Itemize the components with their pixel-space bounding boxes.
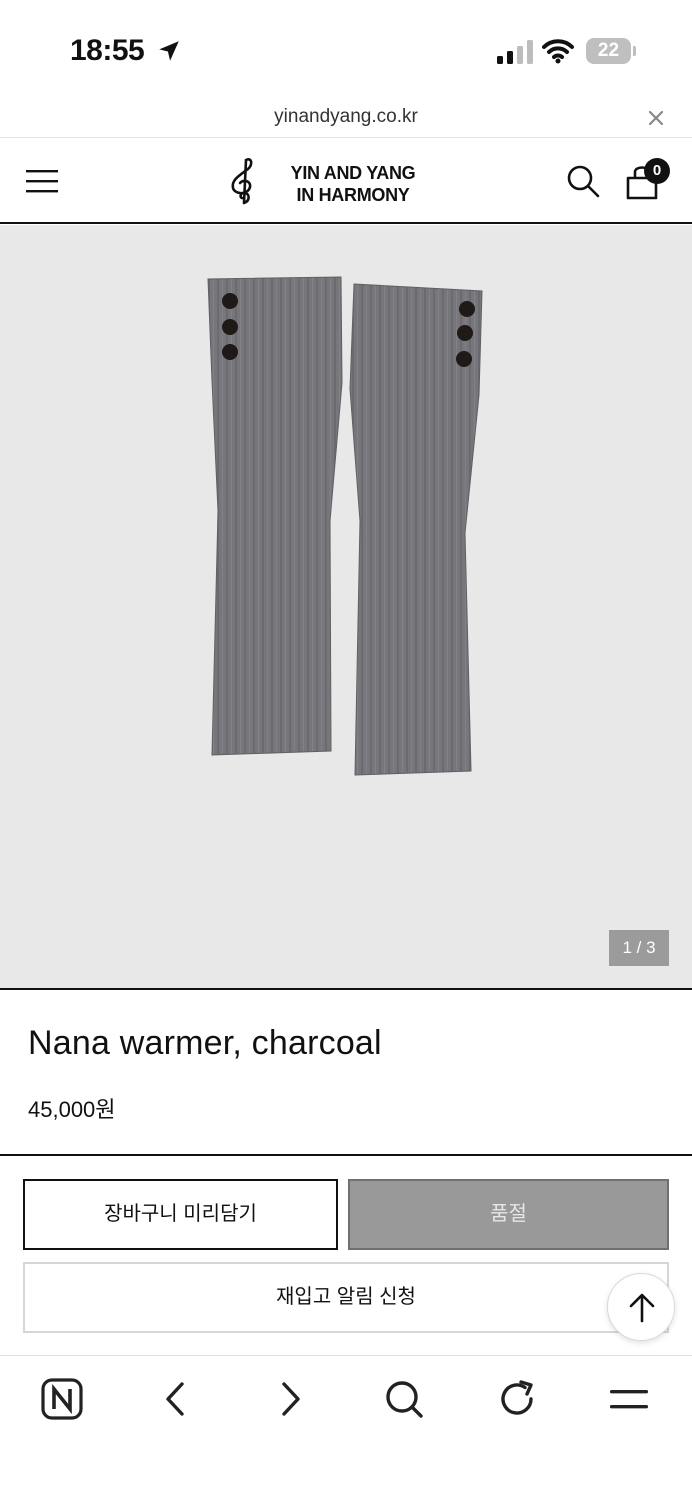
pre-cart-button[interactable]: 장바구니 미리담기 (23, 1179, 338, 1250)
button-icon (222, 344, 238, 360)
button-icon (222, 293, 238, 309)
status-time: 18:55 (70, 34, 145, 67)
forward-icon[interactable] (267, 1376, 313, 1422)
slide-counter: 1 / 3 (609, 930, 669, 966)
naver-home-icon[interactable] (39, 1376, 85, 1422)
button-icon (457, 325, 473, 341)
wifi-icon (542, 39, 574, 64)
hamburger-menu-icon[interactable] (26, 168, 58, 194)
divider (0, 1154, 692, 1156)
back-icon[interactable] (153, 1376, 199, 1422)
product-image-carousel[interactable]: 1 / 3 (0, 225, 692, 990)
product-photo (207, 276, 483, 776)
status-bar: 18:55 22 (0, 0, 692, 100)
arrow-up-icon (629, 1293, 655, 1323)
battery-level: 22 (597, 40, 620, 61)
logo-line-1: YIN AND YANG (290, 163, 416, 183)
browser-toolbar (0, 1355, 692, 1500)
scroll-to-top-button[interactable] (607, 1273, 675, 1341)
battery-icon: 22 (586, 38, 636, 64)
url-text[interactable]: yinandyang.co.kr (0, 106, 692, 128)
cart-count-badge[interactable]: 0 (644, 158, 670, 184)
location-arrow-icon (159, 41, 179, 61)
site-header: YIN AND YANG IN HARMONY 0 (0, 138, 692, 224)
site-logo[interactable]: YIN AND YANG IN HARMONY (272, 162, 434, 206)
product-title: Nana warmer, charcoal (28, 1024, 382, 1062)
search-icon[interactable] (566, 164, 600, 198)
sold-out-button[interactable]: 품절 (348, 1179, 669, 1250)
logo-line-2: IN HARMONY (296, 185, 410, 205)
button-icon (459, 301, 475, 317)
menu-icon[interactable] (606, 1376, 652, 1422)
treble-clef-logo-icon[interactable] (224, 156, 260, 206)
browser-url-bar[interactable]: yinandyang.co.kr (0, 100, 692, 138)
search-icon[interactable] (381, 1376, 427, 1422)
close-icon[interactable] (644, 106, 668, 130)
refresh-icon[interactable] (494, 1376, 540, 1422)
button-icon (456, 351, 472, 367)
cellular-signal-icon (497, 40, 533, 64)
product-price: 45,000원 (28, 1097, 116, 1122)
button-icon (222, 319, 238, 335)
restock-notify-button[interactable]: 재입고 알림 신청 (23, 1262, 669, 1333)
